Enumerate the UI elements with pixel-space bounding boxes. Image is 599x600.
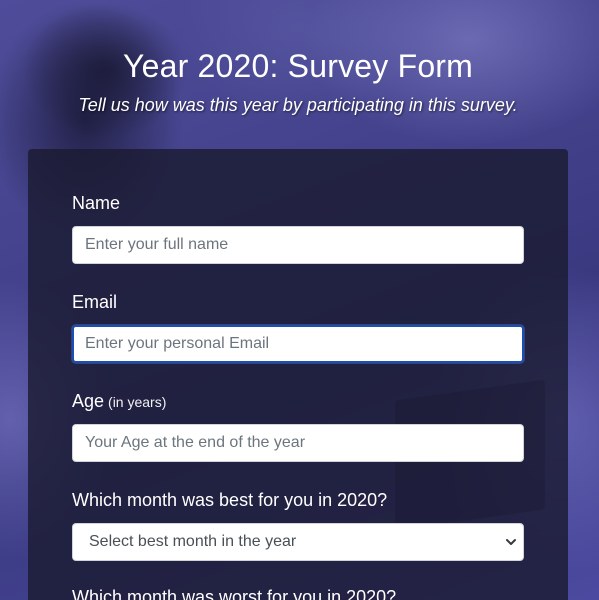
best-month-label: Which month was best for you in 2020? [72,490,388,510]
best-month-select[interactable]: Select best month in the year [72,523,524,561]
age-label: Age (in years) [72,391,166,412]
age-label-text: Age [72,391,105,411]
chevron-down-icon [506,539,516,545]
email-input[interactable] [72,325,524,363]
name-input[interactable] [72,226,524,264]
survey-form: Name Email Age(in years) Which month was… [28,149,568,600]
name-label: Name [72,193,121,213]
age-hint: (in years) [108,394,167,410]
age-input[interactable] [72,424,524,462]
page-title: Year 2020: Survey Form [122,48,474,84]
worst-month-label: Which month was worst for you in 2020? [72,587,397,600]
page-subtitle: Tell us how was this year by participati… [78,95,518,115]
email-label: Email [72,292,118,312]
best-month-selected-value: Select best month in the year [89,533,297,550]
